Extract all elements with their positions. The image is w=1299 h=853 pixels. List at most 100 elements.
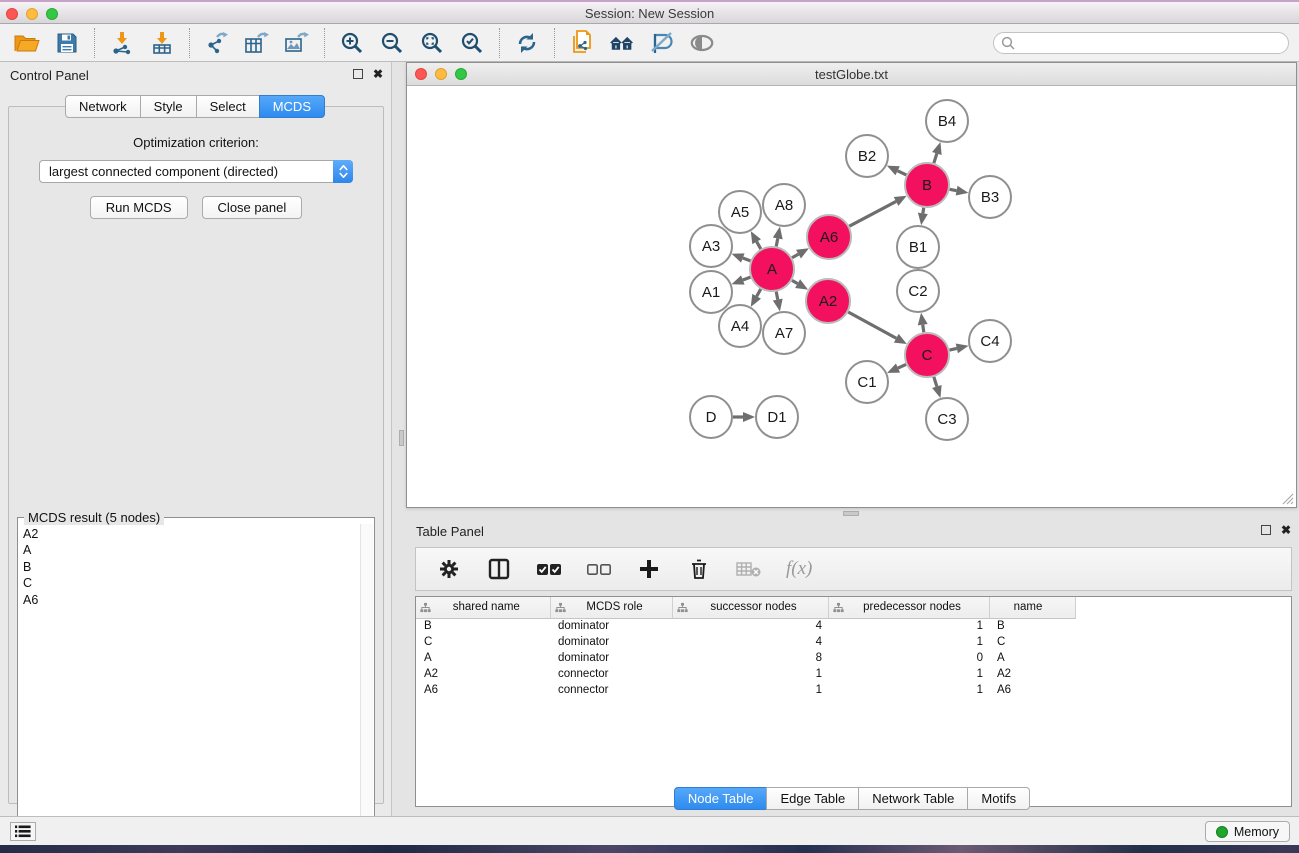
table-cell[interactable]: 1 [672, 666, 828, 682]
network-window-titlebar[interactable]: testGlobe.txt [407, 63, 1296, 86]
graph-edge-A-A4[interactable] [757, 289, 761, 296]
search-input[interactable] [993, 32, 1289, 54]
first-neighbors-icon[interactable] [609, 30, 635, 56]
task-history-button[interactable] [10, 822, 36, 841]
graph-edge-C-C4[interactable] [949, 348, 956, 350]
graph-edge-A-A3[interactable] [743, 258, 751, 261]
graph-edge-A-A8[interactable] [776, 238, 777, 246]
table-tab-node-table[interactable]: Node Table [674, 787, 768, 810]
float-table-panel-icon[interactable] [1261, 525, 1271, 535]
add-column-icon[interactable] [636, 556, 662, 582]
result-list-item[interactable]: C [23, 575, 359, 591]
table-tab-network-table[interactable]: Network Table [858, 787, 968, 810]
graph-node-C2[interactable]: C2 [897, 270, 939, 312]
memory-button[interactable]: Memory [1205, 821, 1290, 842]
table-cell[interactable]: C [989, 634, 1075, 650]
select-all-columns-icon[interactable] [536, 556, 562, 582]
tab-mcds[interactable]: MCDS [259, 95, 325, 118]
result-list-item[interactable]: B [23, 559, 359, 575]
table-row[interactable]: A2connector11A2 [416, 666, 1291, 682]
table-tab-edge-table[interactable]: Edge Table [766, 787, 859, 810]
zoom-in-icon[interactable] [339, 30, 365, 56]
result-scrollbar[interactable] [360, 524, 373, 853]
table-cell[interactable]: A6 [416, 682, 550, 698]
refresh-layout-icon[interactable] [514, 30, 540, 56]
export-table-icon[interactable] [244, 30, 270, 56]
graph-node-B1[interactable]: B1 [897, 226, 939, 268]
graph-node-D[interactable]: D [690, 396, 732, 438]
window-resize-grip[interactable] [1280, 491, 1294, 505]
graph-node-B2[interactable]: B2 [846, 135, 888, 177]
close-panel-icon[interactable]: ✖ [373, 69, 383, 79]
horizontal-splitter-handle[interactable] [843, 511, 859, 516]
table-cell[interactable]: 1 [828, 618, 989, 634]
network-canvas[interactable]: B4B2BB3B1C2A5A8A6A3AA1A2A4A7C4CC1C3DD1 [407, 86, 1296, 507]
table-cell[interactable]: 1 [828, 682, 989, 698]
table-cell[interactable]: 1 [672, 682, 828, 698]
table-cell[interactable]: A2 [416, 666, 550, 682]
table-cell[interactable]: connector [550, 666, 672, 682]
result-list-item[interactable]: A [23, 542, 359, 558]
graph-edge-A-A6[interactable] [792, 254, 798, 258]
graph-node-A[interactable]: A [750, 247, 794, 291]
table-cell[interactable]: C [416, 634, 550, 650]
split-columns-icon[interactable] [486, 556, 512, 582]
zoom-fit-icon[interactable] [419, 30, 445, 56]
tab-style[interactable]: Style [140, 95, 197, 118]
table-cell[interactable]: 8 [672, 650, 828, 666]
graph-node-C3[interactable]: C3 [926, 398, 968, 440]
vertical-splitter-handle[interactable] [399, 430, 404, 446]
graph-node-B4[interactable]: B4 [926, 100, 968, 142]
column-header-MCDS-role[interactable]: MCDS role [550, 597, 672, 618]
export-network-icon[interactable] [204, 30, 230, 56]
column-header-predecessor-nodes[interactable]: predecessor nodes [828, 597, 989, 618]
graph-node-A1[interactable]: A1 [690, 271, 732, 313]
graph-node-A4[interactable]: A4 [719, 305, 761, 347]
table-cell[interactable]: A6 [989, 682, 1075, 698]
table-cell[interactable]: A2 [989, 666, 1075, 682]
table-cell[interactable]: A [989, 650, 1075, 666]
function-icon[interactable]: f(x) [786, 558, 812, 580]
table-cell[interactable]: 1 [828, 634, 989, 650]
duplicate-network-icon[interactable] [569, 30, 595, 56]
graph-node-A7[interactable]: A7 [763, 312, 805, 354]
close-table-panel-icon[interactable]: ✖ [1281, 525, 1291, 535]
graph-node-A5[interactable]: A5 [719, 191, 761, 233]
table-cell[interactable]: A [416, 650, 550, 666]
graph-node-A2[interactable]: A2 [806, 279, 850, 323]
table-cell[interactable]: dominator [550, 618, 672, 634]
table-row[interactable]: Bdominator41B [416, 618, 1291, 634]
mcds-result-list[interactable]: A2ABCA6 [19, 524, 359, 853]
graph-node-A8[interactable]: A8 [763, 184, 805, 226]
graph-node-B[interactable]: B [905, 163, 949, 207]
table-settings-icon[interactable] [436, 556, 462, 582]
graph-edge-C-C3[interactable] [934, 377, 937, 387]
tab-select[interactable]: Select [196, 95, 260, 118]
hide-selected-icon[interactable] [649, 30, 675, 56]
tab-network[interactable]: Network [65, 95, 141, 118]
show-graphics-icon[interactable] [689, 30, 715, 56]
graph-node-C1[interactable]: C1 [846, 361, 888, 403]
save-session-icon[interactable] [54, 30, 80, 56]
graph-edge-A-A2[interactable] [792, 280, 798, 283]
table-cell[interactable]: B [989, 618, 1075, 634]
close-panel-button[interactable]: Close panel [202, 196, 303, 219]
graph-edge-B-B1[interactable] [923, 208, 924, 214]
graph-edge-B-B2[interactable] [898, 171, 907, 175]
graph-edge-A2-C[interactable] [848, 312, 896, 338]
graph-node-B3[interactable]: B3 [969, 176, 1011, 218]
graph-node-C4[interactable]: C4 [969, 320, 1011, 362]
graph-edge-B-B3[interactable] [950, 189, 957, 190]
criterion-select[interactable]: largest connected component (directed) [39, 160, 353, 183]
table-cell[interactable]: connector [550, 682, 672, 698]
table-tab-motifs[interactable]: Motifs [967, 787, 1030, 810]
delete-column-icon[interactable] [686, 556, 712, 582]
table-cell[interactable]: 4 [672, 618, 828, 634]
column-header-name[interactable]: name [989, 597, 1075, 618]
column-header-successor-nodes[interactable]: successor nodes [672, 597, 828, 618]
table-row[interactable]: Adominator80A [416, 650, 1291, 666]
zoom-selected-icon[interactable] [459, 30, 485, 56]
import-network-icon[interactable] [109, 30, 135, 56]
table-cell[interactable]: dominator [550, 634, 672, 650]
result-list-item[interactable]: A6 [23, 592, 359, 608]
